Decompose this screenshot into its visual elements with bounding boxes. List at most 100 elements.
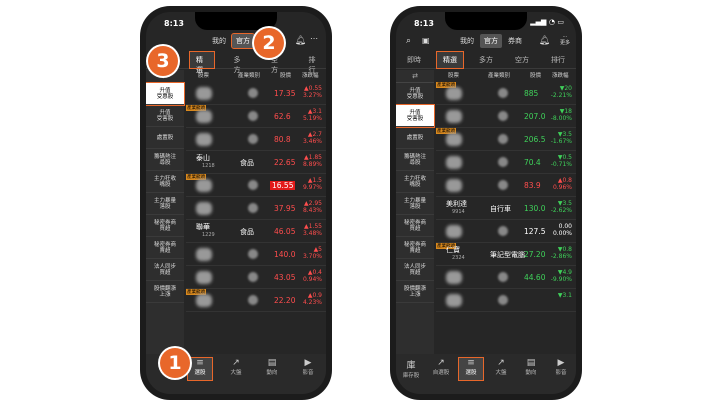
sidebar-item[interactable]: 法人同步 買超 bbox=[396, 259, 434, 281]
table-row[interactable]: 產業龍頭 206.5 ▼3.5 -1.67% bbox=[436, 128, 576, 151]
table-row[interactable]: 37.95 ▲2.95 8.43% bbox=[186, 197, 326, 220]
sidebar-item[interactable]: 升值 受惠股 bbox=[146, 82, 185, 106]
sidebar-item[interactable]: 主力暴量 落股 bbox=[146, 193, 184, 215]
sidebar-item[interactable]: 升值 受害股 bbox=[146, 105, 184, 127]
sidebar-item[interactable]: 籌碼熱注 尋股 bbox=[396, 149, 434, 171]
table-row[interactable]: 17.35 ▲0.55 3.27% bbox=[186, 82, 326, 105]
table-row[interactable]: 美利達 9914 自行車 130.0 ▼3.5 -2.62% bbox=[436, 197, 576, 220]
stock-change: ▼20 -2.21% bbox=[551, 85, 572, 99]
tab-mine[interactable]: 我的 bbox=[456, 34, 478, 48]
sidebar-item[interactable]: 籌碼熱注 尋股 bbox=[146, 149, 184, 171]
nav-icon: ↗ bbox=[437, 358, 445, 368]
bell-icon[interactable]: 🔔︎ bbox=[295, 36, 306, 46]
sidebar-item[interactable]: 主力暴量 落股 bbox=[396, 193, 434, 215]
table-row[interactable]: 83.9 ▲0.8 0.96% bbox=[436, 174, 576, 197]
swap-icon[interactable]: ⇄ bbox=[396, 70, 434, 83]
change-percent: 0.96% bbox=[552, 184, 572, 191]
col-change[interactable]: 漲跌幅 bbox=[302, 71, 319, 79]
col-industry[interactable]: 產業類別 bbox=[238, 71, 260, 79]
nav-item[interactable]: ▶ 影音 bbox=[549, 358, 573, 394]
blurred-stock-name bbox=[446, 225, 462, 238]
sidebar-item[interactable]: 秘密券商 買超 bbox=[146, 215, 184, 237]
nav-item[interactable]: ↗ 大盤 bbox=[489, 358, 513, 394]
nav-item[interactable]: ↗ 大盤 bbox=[224, 358, 248, 394]
table-row[interactable]: 207.0 ▼18 -8.00% bbox=[436, 105, 576, 128]
change-amount: ▲0.4 bbox=[307, 269, 322, 276]
gift-icon[interactable]: ▣ bbox=[422, 36, 430, 45]
nav-item[interactable]: ↗ 自選股 bbox=[429, 358, 453, 394]
change-amount: ▼3.1 bbox=[557, 292, 572, 299]
stock-change: ▼3.1 bbox=[558, 292, 572, 299]
sidebar-item[interactable]: 處置股 bbox=[146, 127, 184, 149]
sidebar-item[interactable]: 法人同步 買超 bbox=[146, 259, 184, 281]
table-row[interactable]: 產業龍頭 16.55 ▲1.5 9.97% bbox=[186, 174, 326, 197]
sidebar-item[interactable]: 秘密券商 賣超 bbox=[146, 237, 184, 259]
tab-official[interactable]: 官方 bbox=[480, 34, 502, 48]
table-row[interactable]: 泰山 1218 食品 22.65 ▲1.85 8.89% bbox=[186, 151, 326, 174]
bell-icon[interactable]: 🔔︎ bbox=[539, 36, 550, 46]
subtab-featured[interactable]: 精選 bbox=[436, 51, 464, 69]
col-price[interactable]: 股價 bbox=[530, 71, 541, 79]
table-row[interactable]: 140.0 ▲5 3.70% bbox=[186, 243, 326, 266]
change-percent: -0.71% bbox=[550, 161, 572, 168]
stock-change: 0.00 0.00% bbox=[553, 223, 572, 237]
change-percent: 8.89% bbox=[302, 161, 322, 168]
table-row[interactable]: 產業龍頭 885 ▼20 -2.21% bbox=[436, 82, 576, 105]
subtab-featured[interactable]: 精選 bbox=[189, 51, 215, 74]
nav-item[interactable]: ▤ 動向 bbox=[260, 358, 284, 394]
subtab-ranking[interactable]: 排行 bbox=[303, 52, 327, 74]
sub-tabs: 即時 精選 多方 空方 排行 bbox=[396, 51, 576, 69]
stock-change: ▲0.8 0.96% bbox=[553, 177, 572, 191]
search-icon[interactable]: ⌕ bbox=[406, 36, 411, 46]
change-amount: ▲2.95 bbox=[304, 200, 322, 207]
sidebar-item[interactable]: 股價翻漲 上漲 bbox=[396, 281, 434, 303]
stock-change: ▲2.7 3.46% bbox=[303, 131, 322, 145]
table-row[interactable]: ▼3.1 bbox=[436, 289, 576, 312]
industry-category: 食品 bbox=[240, 228, 254, 236]
stock-change: ▼3.5 -2.62% bbox=[551, 200, 572, 214]
nav-item[interactable]: ▤ 動向 bbox=[519, 358, 543, 394]
nav-item[interactable]: ▶ 影音 bbox=[296, 358, 320, 394]
nav-item[interactable]: ≡ 選股 bbox=[458, 357, 484, 381]
tab-mine[interactable]: 我的 bbox=[208, 34, 230, 48]
table-row[interactable]: 產業龍頭 仁寶 2324 筆記型電腦 27.20 ▼0.8 -2.86% bbox=[436, 243, 576, 266]
col-change[interactable]: 漲跌幅 bbox=[552, 71, 569, 79]
sidebar-item[interactable]: 秘密券商 買超 bbox=[396, 215, 434, 237]
table-row[interactable]: 70.4 ▼0.5 -0.71% bbox=[436, 151, 576, 174]
table-row[interactable]: 產業龍頭 62.6 ▲3.1 5.19% bbox=[186, 105, 326, 128]
blurred-industry bbox=[498, 88, 508, 98]
sidebar-item[interactable]: 主力狂收 嘴股 bbox=[146, 171, 184, 193]
nav-item[interactable]: 庫庫存股 bbox=[399, 358, 423, 394]
subtab-ranking[interactable]: 排行 bbox=[545, 52, 571, 68]
table-row[interactable]: 聯華 1229 食品 46.05 ▲1.55 3.48% bbox=[186, 220, 326, 243]
top-tabs: 我的 官方 券商 bbox=[456, 34, 526, 48]
sidebar-item[interactable]: 股價翻漲 上漲 bbox=[146, 281, 184, 303]
table-row[interactable]: 44.60 ▼4.9 -9.90% bbox=[436, 266, 576, 289]
tab-broker[interactable]: 券商 bbox=[504, 34, 526, 48]
table-row[interactable]: 產業龍頭 22.20 ▲0.9 4.23% bbox=[186, 289, 326, 312]
industry-category: 自行車 bbox=[490, 205, 511, 213]
table-row[interactable]: 127.5 0.00 0.00% bbox=[436, 220, 576, 243]
sidebar-item[interactable]: 主力狂收 嘴股 bbox=[396, 171, 434, 193]
sidebar-item[interactable]: 升值 受惠股 bbox=[396, 83, 434, 105]
subtab-realtime[interactable]: 即時 bbox=[401, 52, 427, 68]
table-row[interactable]: 43.05 ▲0.4 0.94% bbox=[186, 266, 326, 289]
col-price[interactable]: 股價 bbox=[280, 71, 291, 79]
nav-item[interactable]: ≡ 選股 bbox=[187, 357, 213, 381]
stock-change: ▲0.4 0.94% bbox=[303, 269, 322, 283]
sidebar-item[interactable]: 秘密券商 賣超 bbox=[396, 237, 434, 259]
column-header: 股票 產業類別 股價 漲跌幅 bbox=[186, 70, 326, 80]
subtab-long[interactable]: 多方 bbox=[228, 52, 252, 74]
sidebar-item[interactable]: 升值 受害股 bbox=[396, 104, 435, 128]
tab-official[interactable]: 官方 bbox=[231, 33, 255, 49]
sidebar-item[interactable]: 處置股 bbox=[396, 127, 434, 149]
more-icon[interactable]: ⋯ bbox=[310, 34, 318, 43]
subtab-long[interactable]: 多方 bbox=[473, 52, 499, 68]
more-button[interactable]: ⋯ 更多 bbox=[560, 34, 570, 46]
stock-change: ▼0.8 -2.86% bbox=[551, 246, 572, 260]
blurred-stock-name bbox=[196, 271, 212, 284]
subtab-short[interactable]: 空方 bbox=[509, 52, 535, 68]
col-industry[interactable]: 產業類別 bbox=[488, 71, 510, 79]
blurred-industry bbox=[248, 295, 258, 305]
table-row[interactable]: 80.8 ▲2.7 3.46% bbox=[186, 128, 326, 151]
